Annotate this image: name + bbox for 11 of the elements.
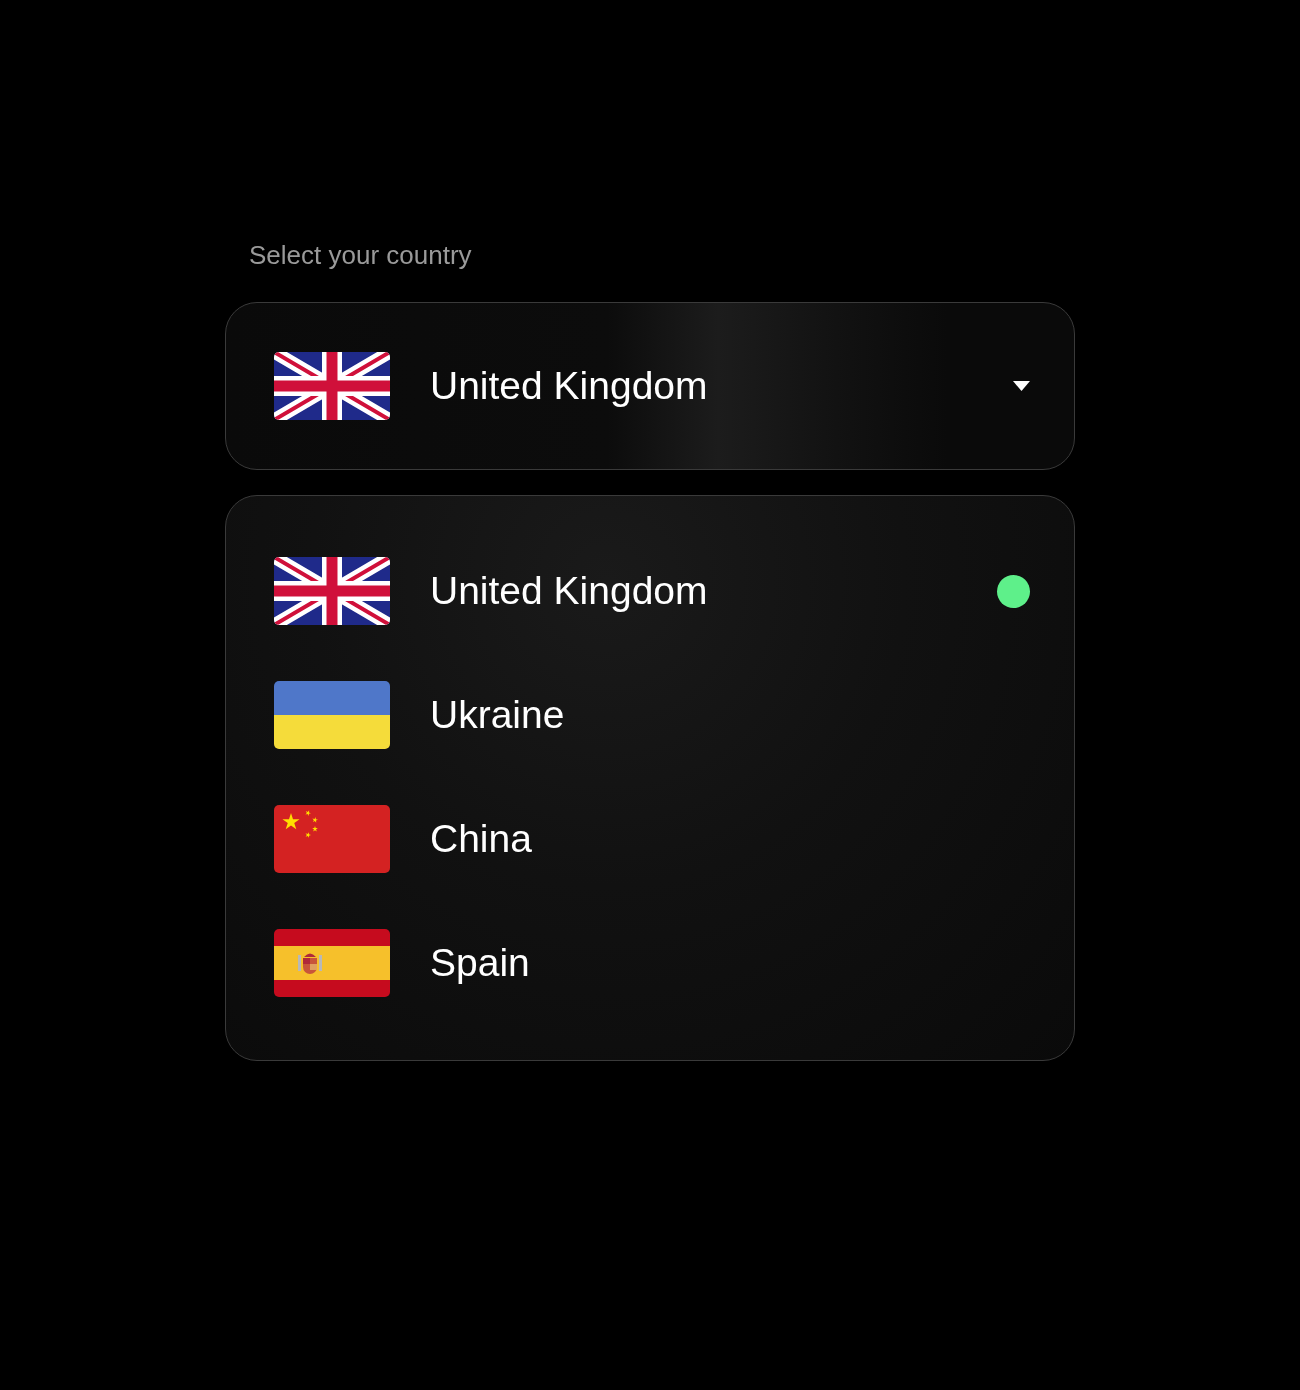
ukraine-flag-icon (274, 681, 390, 749)
country-option[interactable]: Ukraine (274, 681, 1030, 749)
spain-flag-icon (274, 929, 390, 997)
uk-flag-icon (274, 557, 390, 625)
country-select[interactable]: United Kingdom (225, 302, 1075, 470)
country-option[interactable]: Spain (274, 929, 1030, 997)
uk-flag-icon (274, 352, 390, 420)
country-option[interactable]: United Kingdom (274, 557, 1030, 625)
country-option[interactable]: China (274, 805, 1030, 873)
field-label: Select your country (249, 239, 472, 272)
china-flag-icon (274, 805, 390, 873)
